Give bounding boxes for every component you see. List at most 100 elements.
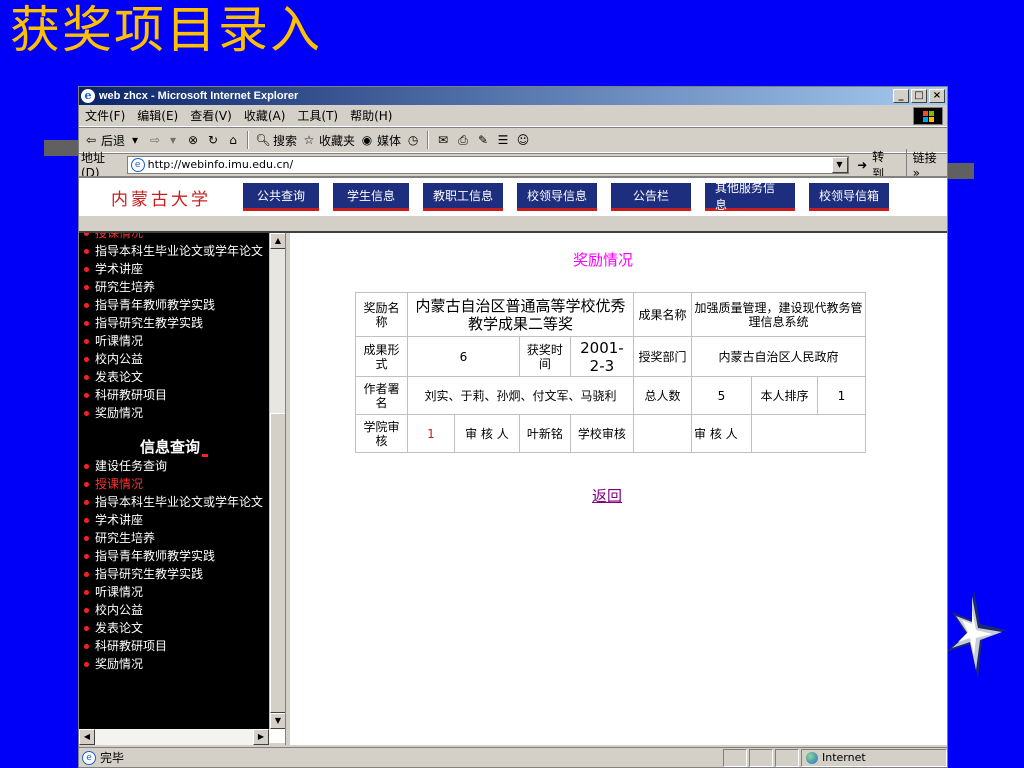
- nav-leader-info[interactable]: 校领导信息: [517, 183, 597, 211]
- forward-button[interactable]: ⇨ ▾: [147, 132, 181, 148]
- sidebar-list-top: 授课情况 指导本科生毕业论文或学年论文 学术讲座 研究生培养 指导青年教师教学实…: [79, 233, 269, 422]
- sidebar-item-graduate-training[interactable]: 研究生培养: [83, 529, 269, 547]
- total-people-label: 总人数: [633, 376, 692, 415]
- minimize-button[interactable]: _: [893, 89, 909, 103]
- reviewer-label: 审 核 人: [453, 414, 520, 453]
- favorites-label: 收藏夹: [319, 133, 356, 148]
- windows-logo-icon: [913, 107, 943, 125]
- maximize-button[interactable]: □: [911, 89, 927, 103]
- sidebar-item-awards[interactable]: 奖励情况: [83, 655, 269, 673]
- reviewer-label: 审 核 人: [691, 414, 752, 453]
- decorative-bar-right: [948, 163, 974, 179]
- search-label: 搜索: [273, 133, 298, 148]
- award-name-value: 内蒙古自治区普通高等学校优秀教学成果二等奖: [407, 292, 634, 337]
- mail-icon[interactable]: ✉: [435, 132, 451, 148]
- nav-leader-mailbox[interactable]: 校领导信箱: [809, 183, 889, 211]
- sidebar-item-thesis-guidance[interactable]: 指导本科生毕业论文或学年论文: [83, 242, 269, 260]
- sidebar-item-class-observation[interactable]: 听课情况: [83, 332, 269, 350]
- nav-other-services[interactable]: 其他服务信息: [705, 181, 795, 212]
- menu-favorites[interactable]: 收藏(A): [244, 107, 286, 124]
- sidebar-item-papers[interactable]: 发表论文: [83, 368, 269, 386]
- go-arrow-icon: ➜: [857, 157, 868, 172]
- forward-dropdown-icon[interactable]: ▾: [165, 132, 181, 148]
- sidebar-item-research-projects[interactable]: 科研教研项目: [83, 386, 269, 404]
- sidebar-item-graduate-training[interactable]: 研究生培养: [83, 278, 269, 296]
- sidebar-item-lectures[interactable]: 学术讲座: [83, 260, 269, 278]
- nav-staff-info[interactable]: 教职工信息: [423, 183, 503, 211]
- sidebar-item-public-service[interactable]: 校内公益: [83, 601, 269, 619]
- nav-student-info[interactable]: 学生信息: [333, 183, 409, 211]
- scroll-right-icon[interactable]: ▶: [253, 729, 269, 745]
- menu-tools[interactable]: 工具(T): [297, 107, 338, 124]
- sidebar-item-teaching[interactable]: 授课情况: [83, 475, 269, 493]
- scroll-up-icon[interactable]: ▲: [270, 233, 286, 249]
- sidebar-item-thesis-guidance[interactable]: 指导本科生毕业论文或学年论文: [83, 493, 269, 511]
- page-heading: 奖励情况: [573, 251, 634, 269]
- sidebar-item-awards[interactable]: 奖励情况: [83, 404, 269, 422]
- sidebar-item-young-teacher-guidance[interactable]: 指导青年教师教学实践: [83, 547, 269, 565]
- window-titlebar[interactable]: e web zhcx - Microsoft Internet Explorer…: [79, 87, 947, 105]
- sidebar-section-heading: 信息查询: [79, 436, 269, 457]
- address-url[interactable]: http://webinfo.imu.edu.cn/: [148, 158, 294, 171]
- decorative-bar-left: [44, 140, 78, 156]
- sidebar-item-public-service[interactable]: 校内公益: [83, 350, 269, 368]
- sidebar-item-lectures[interactable]: 学术讲座: [83, 511, 269, 529]
- star-icon: [946, 590, 1006, 678]
- menu-edit[interactable]: 编辑(E): [137, 107, 178, 124]
- scroll-thumb[interactable]: [270, 413, 286, 713]
- sidebar-item-research-projects[interactable]: 科研教研项目: [83, 637, 269, 655]
- scroll-down-icon[interactable]: ▼: [270, 713, 286, 729]
- history-icon[interactable]: ◷: [405, 132, 421, 148]
- stop-icon[interactable]: ⊗: [185, 132, 201, 148]
- back-dropdown-icon[interactable]: ▾: [127, 132, 143, 148]
- print-icon[interactable]: ⎙: [455, 132, 471, 148]
- award-table: 奖励名称 内蒙古自治区普通高等学校优秀教学成果二等奖 成果名称 加强质量管理，建…: [355, 292, 866, 453]
- scroll-left-icon[interactable]: ◀: [79, 729, 95, 745]
- sidebar-item-graduate-teaching[interactable]: 指导研究生教学实践: [83, 314, 269, 332]
- close-button[interactable]: ×: [929, 89, 945, 103]
- security-zone: Internet: [801, 748, 947, 767]
- sidebar-item-task-query[interactable]: 建设任务查询: [83, 457, 269, 475]
- links-label: 链接: [912, 151, 937, 165]
- favorites-button[interactable]: ☆ 收藏夹: [301, 132, 355, 149]
- search-icon: 🔍︎: [255, 133, 271, 147]
- address-dropdown-icon[interactable]: ▼: [831, 156, 848, 173]
- nav-public-query[interactable]: 公共查询: [243, 183, 319, 211]
- back-label: 后退: [101, 133, 126, 148]
- scroll-thumb[interactable]: [95, 729, 253, 745]
- refresh-icon[interactable]: ↻: [205, 132, 221, 148]
- edit-icon[interactable]: ✎: [475, 132, 491, 148]
- sidebar-horizontal-scrollbar[interactable]: ◀ ▶: [79, 729, 269, 745]
- back-arrow-icon: ⇦: [85, 133, 97, 147]
- discuss-icon[interactable]: ☰: [495, 132, 511, 148]
- sidebar-item-graduate-teaching[interactable]: 指导研究生教学实践: [83, 565, 269, 583]
- sidebar-vertical-scrollbar[interactable]: ▲ ▼: [269, 233, 286, 729]
- sidebar-item-young-teacher-guidance[interactable]: 指导青年教师教学实践: [83, 296, 269, 314]
- globe-icon: [806, 751, 818, 764]
- return-link[interactable]: 返回: [592, 485, 622, 506]
- sidebar-item-papers[interactable]: 发表论文: [83, 619, 269, 637]
- favorites-icon: ☆: [303, 133, 315, 147]
- home-icon[interactable]: ⌂: [225, 132, 241, 148]
- status-pane: [775, 748, 799, 767]
- reviewer-value: 叶新铭: [518, 414, 571, 453]
- nav-bulletin[interactable]: 公告栏: [611, 183, 691, 211]
- back-button[interactable]: ⇦ 后退 ▾: [83, 132, 143, 149]
- toolbar-separator: [427, 131, 430, 149]
- address-input[interactable]: e http://webinfo.imu.edu.cn/ ▼: [126, 155, 849, 174]
- menu-bar: 文件(F) 编辑(E) 查看(V) 收藏(A) 工具(T) 帮助(H): [79, 105, 947, 127]
- search-button[interactable]: 🔍︎ 搜索: [255, 132, 297, 149]
- media-button[interactable]: ◉ 媒体: [359, 132, 401, 149]
- menu-file[interactable]: 文件(F): [85, 107, 125, 124]
- sidebar-item-teaching[interactable]: 授课情况: [83, 233, 269, 242]
- reviewer-value: [751, 414, 866, 453]
- site-logo[interactable]: 内蒙古大学: [79, 185, 243, 210]
- menu-view[interactable]: 查看(V): [190, 107, 232, 124]
- ie-logo-icon: e: [81, 89, 95, 103]
- slide-title: 获奖项目录入: [10, 1, 322, 59]
- total-people-value: 5: [691, 376, 752, 415]
- menu-help[interactable]: 帮助(H): [350, 107, 392, 124]
- sidebar-item-class-observation[interactable]: 听课情况: [83, 583, 269, 601]
- messenger-icon[interactable]: ☺: [515, 132, 531, 148]
- result-form-value: 6: [407, 336, 520, 377]
